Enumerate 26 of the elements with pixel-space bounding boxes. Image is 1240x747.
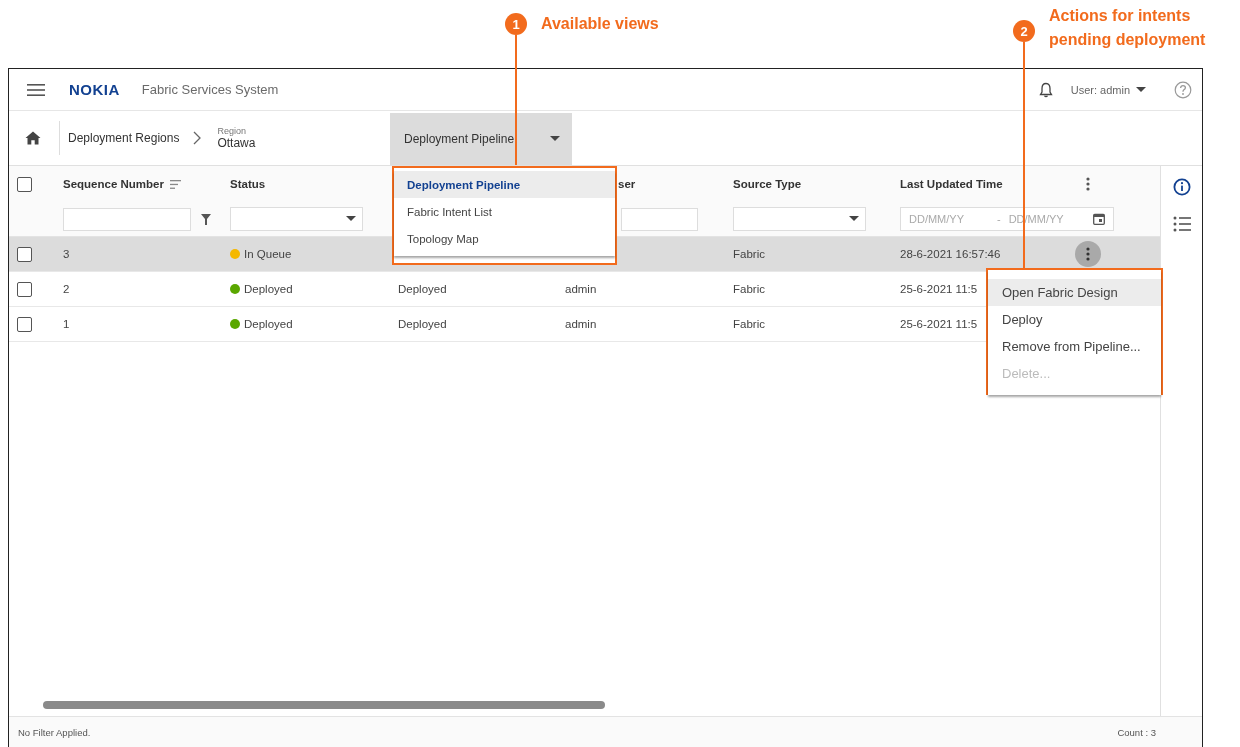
table-cell: 1 <box>63 318 70 330</box>
status-text: Deployed <box>244 283 293 295</box>
table-cell: admin <box>565 318 597 330</box>
table-cell: 28-6-2021 16:57:46 <box>900 248 1001 260</box>
status-text: In Queue <box>244 248 292 260</box>
status-text: Deployed <box>244 318 293 330</box>
table-cell: 25-6-2021 11:5 <box>900 318 978 330</box>
filter-status: No Filter Applied. <box>18 726 91 738</box>
table-cell: admin <box>565 283 597 295</box>
table-cell: Fabric <box>733 248 765 260</box>
callout-number: 2 <box>1013 20 1035 42</box>
app-title: Fabric Services System <box>141 82 279 97</box>
breadcrumb-current: Ottawa <box>217 136 256 150</box>
callout-number: 1 <box>505 13 527 35</box>
row-count: Count : 3 <box>1117 726 1156 738</box>
logo: NOKIA <box>69 81 120 98</box>
table-cell: 2 <box>63 283 70 295</box>
table-cell: Deployed <box>398 318 447 330</box>
callout-text: Actions for intents pending deployment <box>1049 6 1207 50</box>
table-cell: Deployed <box>398 283 447 295</box>
breadcrumb-label: Region <box>217 126 247 136</box>
callout-text: Available views <box>541 14 660 34</box>
table-cell: Fabric <box>733 283 765 295</box>
table-cell: 3 <box>63 248 70 260</box>
table-cell: 25-6-2021 11:5 <box>900 283 978 295</box>
table-cell: Fabric <box>733 318 765 330</box>
